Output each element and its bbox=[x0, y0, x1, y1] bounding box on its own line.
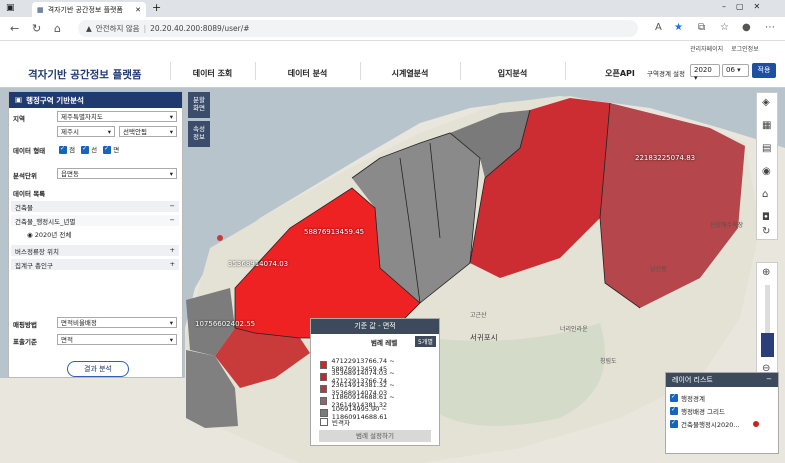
map-icon[interactable]: ▤ bbox=[762, 143, 771, 154]
split-screen-button[interactable]: 분할 화면 bbox=[188, 92, 210, 118]
unit-select[interactable]: 읍면동 ▾ bbox=[57, 168, 177, 179]
legend-settings-button[interactable]: 범례 설정하기 bbox=[319, 430, 431, 442]
month-select[interactable]: 06 ▾ bbox=[722, 64, 749, 77]
period-label: 구역경계 설정 bbox=[647, 70, 685, 78]
basis-label: 표출기준 bbox=[13, 338, 37, 346]
menu-open-api[interactable]: 오픈API bbox=[595, 68, 645, 79]
dong-select[interactable]: 선택안됨 ▾ bbox=[119, 126, 177, 137]
favorite-star-icon[interactable]: ★ bbox=[674, 22, 683, 33]
place-beach: 신양해수욕장 bbox=[710, 222, 744, 229]
method-label: 매핑방법 bbox=[13, 321, 37, 329]
layer-item[interactable]: 행정배경 그리드 bbox=[670, 406, 725, 416]
new-tab-button[interactable]: + bbox=[152, 1, 161, 14]
layer-list-header: 레이어 리스트 − bbox=[666, 373, 778, 387]
layer-item[interactable]: 행정경계 bbox=[670, 393, 705, 403]
data-type-checks: 점 선 면 bbox=[59, 144, 119, 154]
home-icon[interactable]: ⌂ bbox=[54, 22, 61, 35]
map-label-1: 58876913459.45 bbox=[304, 228, 365, 236]
place-namsanbong: 남산봉 bbox=[650, 266, 667, 273]
more-menu-icon[interactable]: ⋯ bbox=[765, 22, 775, 33]
zoom-handle[interactable] bbox=[761, 333, 774, 357]
apply-button[interactable]: 적용 bbox=[752, 63, 776, 78]
attribute-info-button[interactable]: 속성 정보 bbox=[188, 121, 210, 147]
location-pin-icon[interactable]: ◉ bbox=[762, 166, 771, 177]
app-header: 격자기반 공간정보 플랫폼 데이터 조회 데이터 분석 시계열분석 입지분석 오… bbox=[0, 54, 785, 88]
run-analysis-button[interactable]: 결과 분석 bbox=[67, 361, 129, 377]
login-info-link[interactable]: 로그인정보 bbox=[731, 44, 759, 53]
menu-data-analysis[interactable]: 데이터 분석 bbox=[255, 68, 360, 79]
menu-timeseries[interactable]: 시계열분석 bbox=[360, 68, 460, 79]
place-seogwipo: 서귀포시 bbox=[470, 333, 498, 342]
region-label: 지역 bbox=[13, 115, 25, 123]
group-bus-stop[interactable]: 버스정류장 위치 + bbox=[11, 245, 179, 256]
tab-actions-icon[interactable]: ▣ bbox=[6, 3, 15, 13]
menu-data-query[interactable]: 데이터 조회 bbox=[170, 68, 255, 79]
map-label-4: 10756602402.55 bbox=[195, 320, 256, 328]
year-radio[interactable]: ◉ 2020년 전체 bbox=[27, 229, 71, 239]
group-building[interactable]: 건축물 − bbox=[11, 201, 179, 212]
security-label: 안전하지 않음 bbox=[95, 24, 140, 33]
point-checkbox[interactable]: 점 bbox=[59, 144, 75, 154]
top-links: 관리자페이지 로그인정보 bbox=[690, 44, 759, 53]
legend-sub: 범례 레벨 bbox=[371, 339, 398, 347]
map-label-3: 22183225074.83 bbox=[635, 154, 696, 162]
legend-item: 빈격자 bbox=[320, 417, 350, 427]
warning-icon: ▲ bbox=[86, 24, 92, 33]
data-list-label: 데이터 목록 bbox=[13, 190, 46, 198]
layer-item[interactable]: 건축물행정시2020... bbox=[670, 419, 759, 429]
camera-icon[interactable]: ◘ bbox=[762, 212, 770, 223]
layer-list-panel: 레이어 리스트 − 행정경계 행정배경 그리드 건축물행정시2020... bbox=[665, 372, 779, 454]
menu-location[interactable]: 입지분석 bbox=[460, 68, 565, 79]
area-checkbox[interactable]: 면 bbox=[103, 144, 119, 154]
read-aloud-icon[interactable]: A bbox=[655, 22, 662, 33]
layer-color-dot bbox=[752, 421, 759, 427]
map-label-2: 35368914074.03 bbox=[228, 260, 289, 268]
year-select[interactable]: 2020 ▾ bbox=[690, 64, 720, 82]
url-field[interactable]: ▲ 안전하지 않음 | 20.20.40.200:8089/user/# bbox=[78, 20, 638, 37]
city-select[interactable]: 제주시 ▾ bbox=[57, 126, 115, 137]
collapse-icon[interactable]: − bbox=[766, 375, 772, 385]
data-type-label: 데이터 형태 bbox=[13, 147, 46, 155]
brand-title[interactable]: 격자기반 공간정보 플랫폼 bbox=[28, 67, 142, 82]
address-bar: ← ↻ ⌂ ▲ 안전하지 않음 | 20.20.40.200:8089/user… bbox=[0, 17, 785, 41]
method-select[interactable]: 면적비율배정 ▾ bbox=[57, 317, 177, 328]
back-icon[interactable]: ← bbox=[10, 22, 19, 35]
profile-icon[interactable]: ● bbox=[742, 22, 751, 33]
refresh-icon[interactable]: ↻ bbox=[32, 22, 41, 35]
legend-title: 기준 값 - 면적 bbox=[311, 319, 439, 334]
favicon-icon: ▦ bbox=[37, 5, 44, 14]
favorites-icon[interactable]: ☆ bbox=[720, 22, 729, 33]
grid-icon[interactable]: ▦ bbox=[762, 120, 771, 131]
unit-label: 분석단위 bbox=[13, 172, 37, 180]
home-map-icon[interactable]: ⌂ bbox=[762, 189, 768, 200]
browser-tabstrip: ▣ ▦ 격자기반 공간정보 플랫폼 ✕ + –▢✕ bbox=[0, 0, 785, 17]
layers-icon[interactable]: ◈ bbox=[762, 97, 770, 108]
legend-panel: 기준 값 - 면적 범례 레벨 5개별 47122913766.74 ~ 588… bbox=[310, 318, 440, 446]
close-tab-icon[interactable]: ✕ bbox=[135, 6, 141, 14]
panel-icon: ▣ bbox=[15, 95, 23, 104]
panel-title: 행정구역 기반분석 bbox=[26, 96, 84, 105]
place-forest: 칭림도 bbox=[600, 358, 617, 365]
url-text: 20.20.40.200:8089/user/# bbox=[150, 24, 250, 33]
place-nearinn: 너리인라운 bbox=[560, 326, 588, 333]
basis-select[interactable]: 면적 ▾ bbox=[57, 334, 177, 345]
tab-title: 격자기반 공간정보 플랫폼 bbox=[47, 5, 123, 14]
reset-icon[interactable]: ↻ bbox=[762, 226, 770, 237]
layer-list-title: 레이어 리스트 bbox=[672, 376, 713, 384]
line-checkbox[interactable]: 선 bbox=[81, 144, 97, 154]
analysis-panel: ▣ 행정구역 기반분석 지역 제주특별자치도 ▾ 제주시 ▾ 선택안됨 ▾ 데이터 형… bbox=[8, 91, 183, 378]
group-building-year[interactable]: 건축물_행정시도_년별 − bbox=[11, 215, 179, 226]
map-toolbar: ◈ ▦ ▤ ◉ ⌂ ◘ bbox=[756, 92, 778, 240]
place-gogeunsan: 고근산 bbox=[470, 312, 487, 319]
window-controls-icon[interactable]: –▢✕ bbox=[722, 2, 770, 11]
admin-link[interactable]: 관리자페이지 bbox=[690, 44, 723, 53]
browser-tab[interactable]: ▦ 격자기반 공간정보 플랫폼 ✕ bbox=[32, 2, 146, 17]
group-population[interactable]: 집계구 총인구 + bbox=[11, 259, 179, 270]
legend-level-select[interactable]: 5개별 bbox=[415, 336, 436, 347]
province-select[interactable]: 제주특별자치도 ▾ bbox=[57, 111, 177, 122]
panel-header: ▣ 행정구역 기반분석 bbox=[9, 92, 182, 108]
zoom-in-icon[interactable]: ⊕ bbox=[762, 267, 770, 278]
collections-icon[interactable]: ⧉ bbox=[698, 22, 705, 33]
